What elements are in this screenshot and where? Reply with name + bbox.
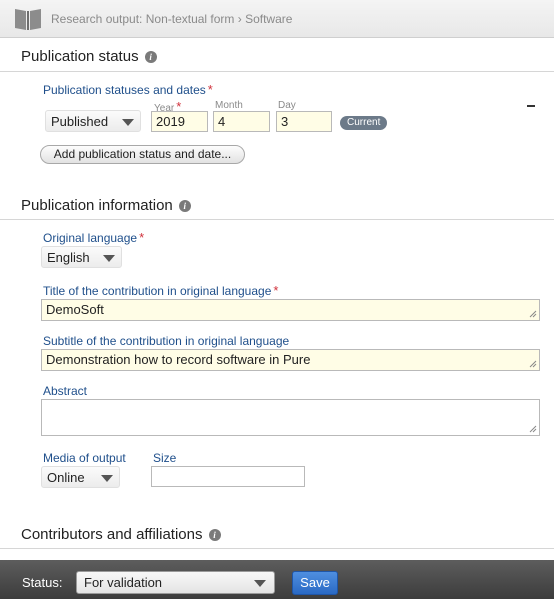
required-marker: * (139, 230, 145, 245)
year-input[interactable]: 2019 (151, 111, 208, 132)
section-divider (0, 548, 554, 549)
required-marker: * (207, 82, 213, 97)
section-title-contributors: Contributors and affiliations (21, 526, 203, 543)
book-icon (15, 9, 41, 30)
section-title-publication-information: Publication information (21, 197, 173, 214)
subtitle-field[interactable]: Demonstration how to record software in … (41, 349, 540, 371)
month-input[interactable]: 4 (213, 111, 270, 132)
chevron-down-icon (122, 119, 134, 126)
status-label: Status: (22, 575, 63, 590)
publication-status-value: Published (51, 114, 109, 129)
media-of-output-select[interactable]: Online (41, 466, 120, 488)
info-icon[interactable]: i (178, 200, 191, 212)
info-icon[interactable]: i (208, 529, 221, 541)
abstract-field[interactable] (41, 399, 540, 436)
original-language-value: English (47, 250, 90, 265)
size-input[interactable] (151, 466, 305, 487)
remove-status-icon[interactable] (527, 105, 535, 107)
abstract-label: Abstract (43, 384, 88, 398)
size-label: Size (153, 451, 177, 465)
subtitle-label: Subtitle of the contribution in original… (43, 334, 290, 348)
media-of-output-label: Media of output (43, 451, 126, 465)
status-select[interactable]: For validation (76, 571, 275, 594)
chevron-down-icon (103, 255, 115, 262)
top-header: Research output: Non-textual form › Soft… (0, 0, 554, 38)
bottom-status-bar: Status: For validation Save (0, 560, 554, 599)
original-language-label-text: Original language (43, 231, 138, 245)
publication-statuses-label-text: Publication statuses and dates (43, 83, 206, 97)
info-icon[interactable]: i (144, 51, 157, 63)
required-marker: * (273, 283, 279, 298)
day-label: Day (278, 100, 296, 111)
resize-handle-icon[interactable] (529, 310, 537, 318)
publication-statuses-label: Publication statuses and dates * (43, 82, 213, 97)
chevron-down-icon (254, 580, 266, 587)
section-publication-information: Publication information i (21, 197, 191, 214)
breadcrumb: Research output: Non-textual form › Soft… (51, 12, 293, 26)
subtitle-value: Demonstration how to record software in … (46, 352, 311, 367)
section-publication-status: Publication status i (21, 48, 157, 65)
resize-handle-icon[interactable] (529, 425, 537, 433)
resize-handle-icon[interactable] (529, 360, 537, 368)
section-divider (0, 71, 554, 72)
section-contributors: Contributors and affiliations i (21, 526, 221, 543)
chevron-down-icon (101, 475, 113, 482)
status-value: For validation (84, 575, 163, 590)
section-title-publication-status: Publication status (21, 48, 139, 65)
title-label: Title of the contribution in original la… (43, 283, 278, 298)
current-badge: Current (340, 116, 388, 130)
title-value: DemoSoft (46, 302, 104, 317)
month-label: Month (215, 100, 243, 111)
save-button[interactable]: Save (292, 571, 338, 595)
media-of-output-value: Online (47, 470, 85, 485)
day-input[interactable]: 3 (276, 111, 332, 132)
section-divider (0, 219, 554, 220)
add-publication-status-button[interactable]: Add publication status and date... (40, 145, 245, 164)
title-label-text: Title of the contribution in original la… (43, 284, 272, 298)
original-language-select[interactable]: English (41, 246, 122, 268)
editor-content: Publication status i Publication statuses… (0, 39, 554, 560)
original-language-label: Original language * (43, 230, 144, 245)
publication-status-select[interactable]: Published (45, 110, 141, 132)
title-field[interactable]: DemoSoft (41, 299, 540, 321)
